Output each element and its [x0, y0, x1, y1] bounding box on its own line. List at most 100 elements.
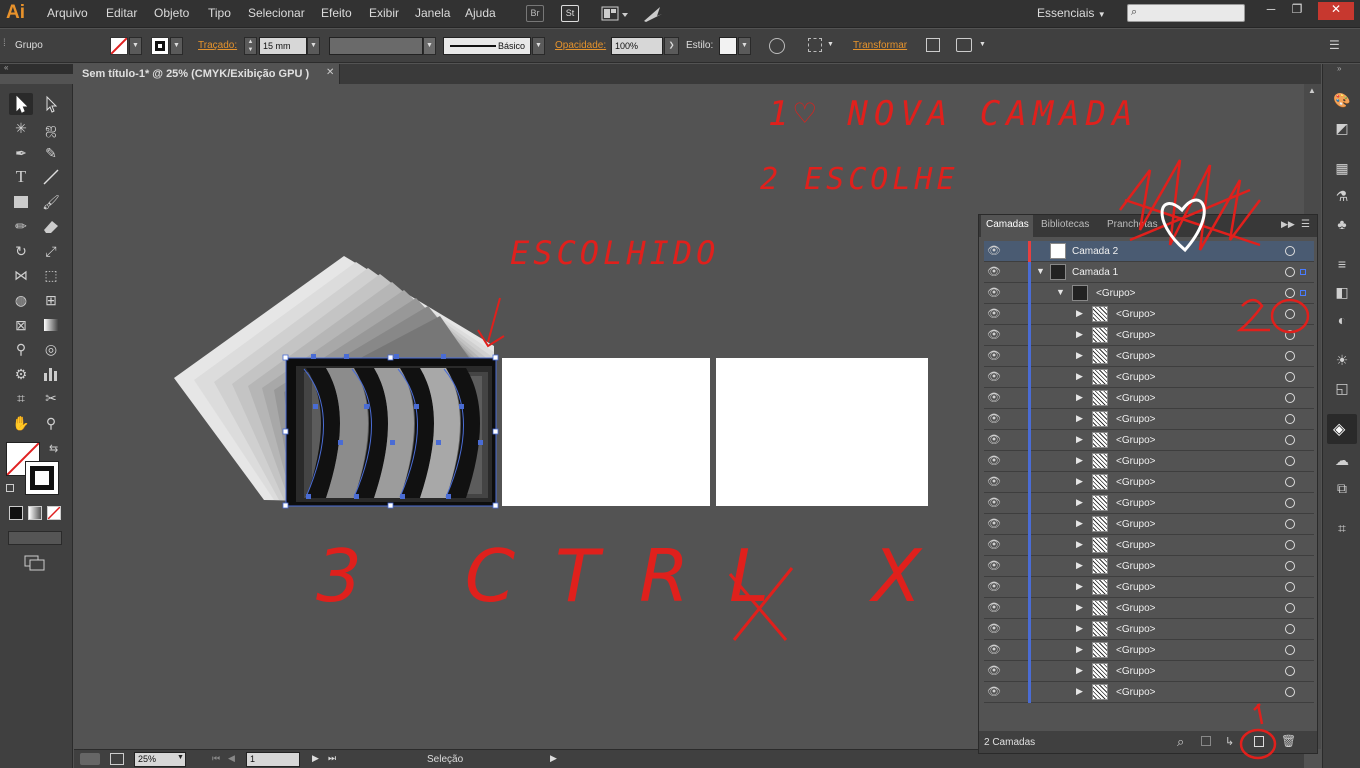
visibility-eye-icon[interactable]: 👁	[986, 244, 1002, 258]
layer-row[interactable]: 👁 ▶ <Grupo>	[984, 451, 1314, 472]
status-menu-icon[interactable]: ▶	[550, 753, 557, 764]
menu-janela[interactable]: Janela	[415, 6, 450, 20]
target-icon[interactable]	[1285, 435, 1295, 445]
document-tab[interactable]: Sem título-1* @ 25% (CMYK/Exibição GPU )…	[74, 64, 340, 84]
visibility-eye-icon[interactable]: 👁	[986, 685, 1002, 699]
rotate-tool-icon[interactable]: ↻	[9, 240, 33, 262]
visibility-eye-icon[interactable]: 👁	[986, 286, 1002, 300]
curvature-tool-icon[interactable]: ✎	[39, 142, 63, 164]
target-icon[interactable]	[1285, 645, 1295, 655]
layer-row[interactable]: 👁 ▶ <Grupo>	[984, 430, 1314, 451]
visibility-eye-icon[interactable]: 👁	[986, 265, 1002, 279]
layer-name[interactable]: <Grupo>	[1116, 624, 1155, 635]
type-tool-icon[interactable]: T	[9, 166, 33, 188]
expand-panels-icon[interactable]: »	[1337, 64, 1341, 73]
gradient-mode-icon[interactable]	[28, 506, 42, 520]
graphic-style-dropdown-icon[interactable]: ▼	[738, 37, 751, 55]
graphic-style-swatch[interactable]	[719, 37, 737, 55]
visibility-eye-icon[interactable]: 👁	[986, 391, 1002, 405]
layer-row[interactable]: 👁 ▶ <Grupo>	[984, 577, 1314, 598]
menu-selecionar[interactable]: Selecionar	[248, 6, 305, 20]
target-icon[interactable]	[1285, 267, 1295, 277]
layer-name[interactable]: <Grupo>	[1116, 456, 1155, 467]
expand-toggle-icon[interactable]: ▶	[1076, 686, 1083, 697]
artboard-number-input[interactable]: 1	[246, 752, 300, 767]
align-dropdown-icon[interactable]: ▼	[824, 37, 837, 55]
fill-swatch[interactable]	[110, 37, 128, 55]
symbols-panel-icon[interactable]: ♣	[1332, 214, 1352, 234]
visibility-eye-icon[interactable]: 👁	[986, 412, 1002, 426]
lasso-tool-icon[interactable]: ஜ	[39, 117, 63, 139]
layer-name[interactable]: <Grupo>	[1116, 330, 1155, 341]
perspective-grid-tool-icon[interactable]: ⊞	[39, 289, 63, 311]
visibility-eye-icon[interactable]: 👁	[986, 643, 1002, 657]
color-panel-icon[interactable]: 🎨	[1332, 90, 1352, 110]
visibility-eye-icon[interactable]: 👁	[986, 601, 1002, 615]
gpu-status-icon[interactable]	[80, 753, 100, 765]
arrange-documents-icon[interactable]	[601, 5, 629, 23]
layer-name[interactable]: <Grupo>	[1116, 498, 1155, 509]
layers-panel-button[interactable]: ◈	[1327, 414, 1357, 444]
visibility-eye-icon[interactable]: 👁	[986, 349, 1002, 363]
layer-name[interactable]: <Grupo>	[1116, 309, 1155, 320]
menu-tipo[interactable]: Tipo	[208, 6, 231, 20]
swap-fill-stroke-icon[interactable]: ⇆	[49, 442, 58, 455]
visibility-eye-icon[interactable]: 👁	[986, 664, 1002, 678]
shape-builder-tool-icon[interactable]: ◍	[9, 289, 33, 311]
selection-tool-icon[interactable]	[9, 93, 33, 115]
stock-button[interactable]: St	[561, 5, 579, 22]
stroke-swatch[interactable]	[151, 37, 169, 55]
visibility-eye-icon[interactable]: 👁	[986, 517, 1002, 531]
gradient-tool-icon[interactable]	[39, 314, 63, 336]
scale-tool-icon[interactable]: ⤢	[39, 240, 63, 262]
selection-indicator[interactable]	[1300, 269, 1306, 275]
panel-menu-icon[interactable]: ☰	[1301, 219, 1310, 230]
layer-row[interactable]: 👁 ▶ <Grupo>	[984, 535, 1314, 556]
color-mode-icon[interactable]	[9, 506, 23, 520]
menu-arquivo[interactable]: Arquivo	[47, 6, 88, 20]
layer-name[interactable]: <Grupo>	[1116, 603, 1155, 614]
visibility-eye-icon[interactable]: 👁	[986, 307, 1002, 321]
make-envelope-icon[interactable]	[956, 38, 972, 52]
first-artboard-icon[interactable]: ⏮	[212, 753, 220, 764]
expand-toggle-icon[interactable]: ▼	[1036, 266, 1045, 276]
expand-toggle-icon[interactable]: ▶	[1076, 371, 1083, 382]
expand-toggle-icon[interactable]: ▶	[1076, 539, 1083, 550]
expand-toggle-icon[interactable]: ▶	[1076, 413, 1083, 424]
stroke-dropdown-icon[interactable]: ▼	[170, 37, 183, 55]
expand-toggle-icon[interactable]: ▶	[1076, 392, 1083, 403]
visibility-eye-icon[interactable]: 👁	[986, 433, 1002, 447]
target-icon[interactable]	[1285, 624, 1295, 634]
layer-row[interactable]: 👁 ▶ <Grupo>	[984, 388, 1314, 409]
expand-toggle-icon[interactable]: ▶	[1076, 518, 1083, 529]
scroll-up-icon[interactable]: ▲	[1308, 86, 1316, 95]
expand-toggle-icon[interactable]: ▶	[1076, 581, 1083, 592]
brush-dropdown-icon[interactable]: ▼	[532, 37, 545, 55]
stroke-weight-stepper[interactable]: ▲ ▼	[244, 37, 257, 55]
target-icon[interactable]	[1285, 519, 1295, 529]
layer-row[interactable]: 👁 ▶ <Grupo>	[984, 661, 1314, 682]
menu-objeto[interactable]: Objeto	[154, 6, 189, 20]
artboards-panel-icon[interactable]: ⧉	[1332, 478, 1352, 498]
layer-name[interactable]: <Grupo>	[1116, 666, 1155, 677]
locate-object-icon[interactable]: ⌕	[1177, 734, 1184, 750]
default-colors-icon[interactable]	[6, 484, 14, 492]
menu-editar[interactable]: Editar	[106, 6, 137, 20]
opacity-panel-link[interactable]: Opacidade:	[555, 40, 606, 51]
layer-row[interactable]: 👁 ▶ <Grupo>	[984, 493, 1314, 514]
layer-row[interactable]: 👁 ▶ <Grupo>	[984, 598, 1314, 619]
zoom-dropdown-icon[interactable]: ▼	[177, 754, 184, 761]
transparency-panel-icon[interactable]: ◐	[1332, 310, 1352, 330]
stroke-panel-icon[interactable]: ≡	[1332, 254, 1352, 274]
target-icon[interactable]	[1285, 561, 1295, 571]
target-icon[interactable]	[1285, 582, 1295, 592]
close-button[interactable]: ✕	[1318, 2, 1354, 20]
target-icon[interactable]	[1285, 414, 1295, 424]
tab-bibliotecas[interactable]: Bibliotecas	[1041, 219, 1089, 230]
mesh-tool-icon[interactable]: ⊠	[9, 314, 33, 336]
last-artboard-icon[interactable]: ⏭	[328, 753, 336, 764]
menu-exibir[interactable]: Exibir	[369, 6, 399, 20]
target-icon[interactable]	[1285, 603, 1295, 613]
layer-name[interactable]: <Grupo>	[1116, 519, 1155, 530]
layer-name[interactable]: <Grupo>	[1116, 582, 1155, 593]
